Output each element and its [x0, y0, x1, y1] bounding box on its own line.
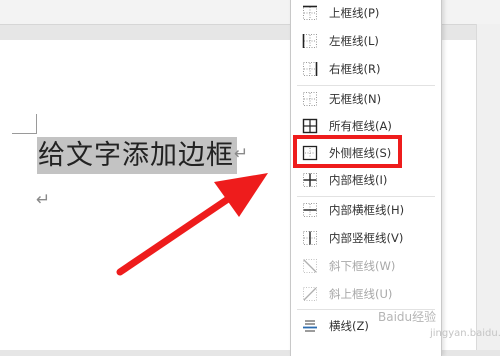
menu-separator	[297, 196, 435, 197]
highlight-box-annotation	[293, 135, 402, 168]
all-borders-icon	[302, 118, 318, 134]
inside-vertical-border-icon	[303, 231, 317, 245]
menu-item-diagonal-up-border: 斜上框线(U)	[291, 283, 441, 305]
menu-item-label: 内部竖框线(V)	[329, 231, 404, 245]
diagonal-down-border-icon	[303, 259, 317, 273]
menu-item-label: 斜下框线(W)	[329, 259, 396, 273]
no-border-icon	[303, 92, 317, 106]
menu-separator	[297, 85, 435, 86]
border-left-icon	[302, 34, 317, 48]
menu-item-left-border[interactable]: 左框线(L)	[291, 30, 441, 52]
menu-item-no-border[interactable]: 无框线(N)	[291, 88, 441, 110]
diagonal-up-border-icon	[303, 287, 317, 301]
inside-horizontal-border-icon	[303, 203, 317, 217]
menu-item-inside-horizontal-border[interactable]: 内部横框线(H)	[291, 199, 441, 221]
vertical-scrollbar[interactable]	[476, 24, 500, 350]
border-right-icon	[303, 62, 318, 76]
border-top-icon	[303, 5, 317, 20]
menu-item-label: 内部横框线(H)	[329, 203, 405, 217]
menu-item-label: 右框线(R)	[329, 62, 381, 76]
menu-item-label: 无框线(N)	[329, 92, 382, 106]
menu-item-right-border[interactable]: 右框线(R)	[291, 58, 441, 80]
menu-item-inside-vertical-border[interactable]: 内部竖框线(V)	[291, 227, 441, 249]
menu-item-label: 内部框线(I)	[329, 173, 388, 187]
borders-dropdown-menu: 上框线(P) 左框线(L) 右框线(R) 无框线(N) 所有框线(A) 外侧框线…	[290, 0, 442, 356]
menu-item-top-border[interactable]: 上框线(P)	[291, 2, 441, 24]
menu-item-label: 所有框线(A)	[329, 119, 392, 133]
menu-item-all-borders[interactable]: 所有框线(A)	[291, 115, 441, 137]
menu-item-inside-borders[interactable]: 内部框线(I)	[291, 169, 441, 191]
watermark-logo: Baidu经验	[378, 310, 437, 324]
inside-borders-icon	[303, 173, 317, 187]
menu-item-label: 横线(Z)	[329, 319, 369, 333]
horizontal-line-icon	[303, 320, 317, 332]
menu-item-diagonal-down-border: 斜下框线(W)	[291, 255, 441, 277]
menu-item-label: 左框线(L)	[329, 34, 379, 48]
menu-item-label: 上框线(P)	[329, 6, 380, 20]
watermark-url: jingyan.baidu.com	[430, 328, 500, 339]
menu-item-label: 斜上框线(U)	[329, 287, 393, 301]
